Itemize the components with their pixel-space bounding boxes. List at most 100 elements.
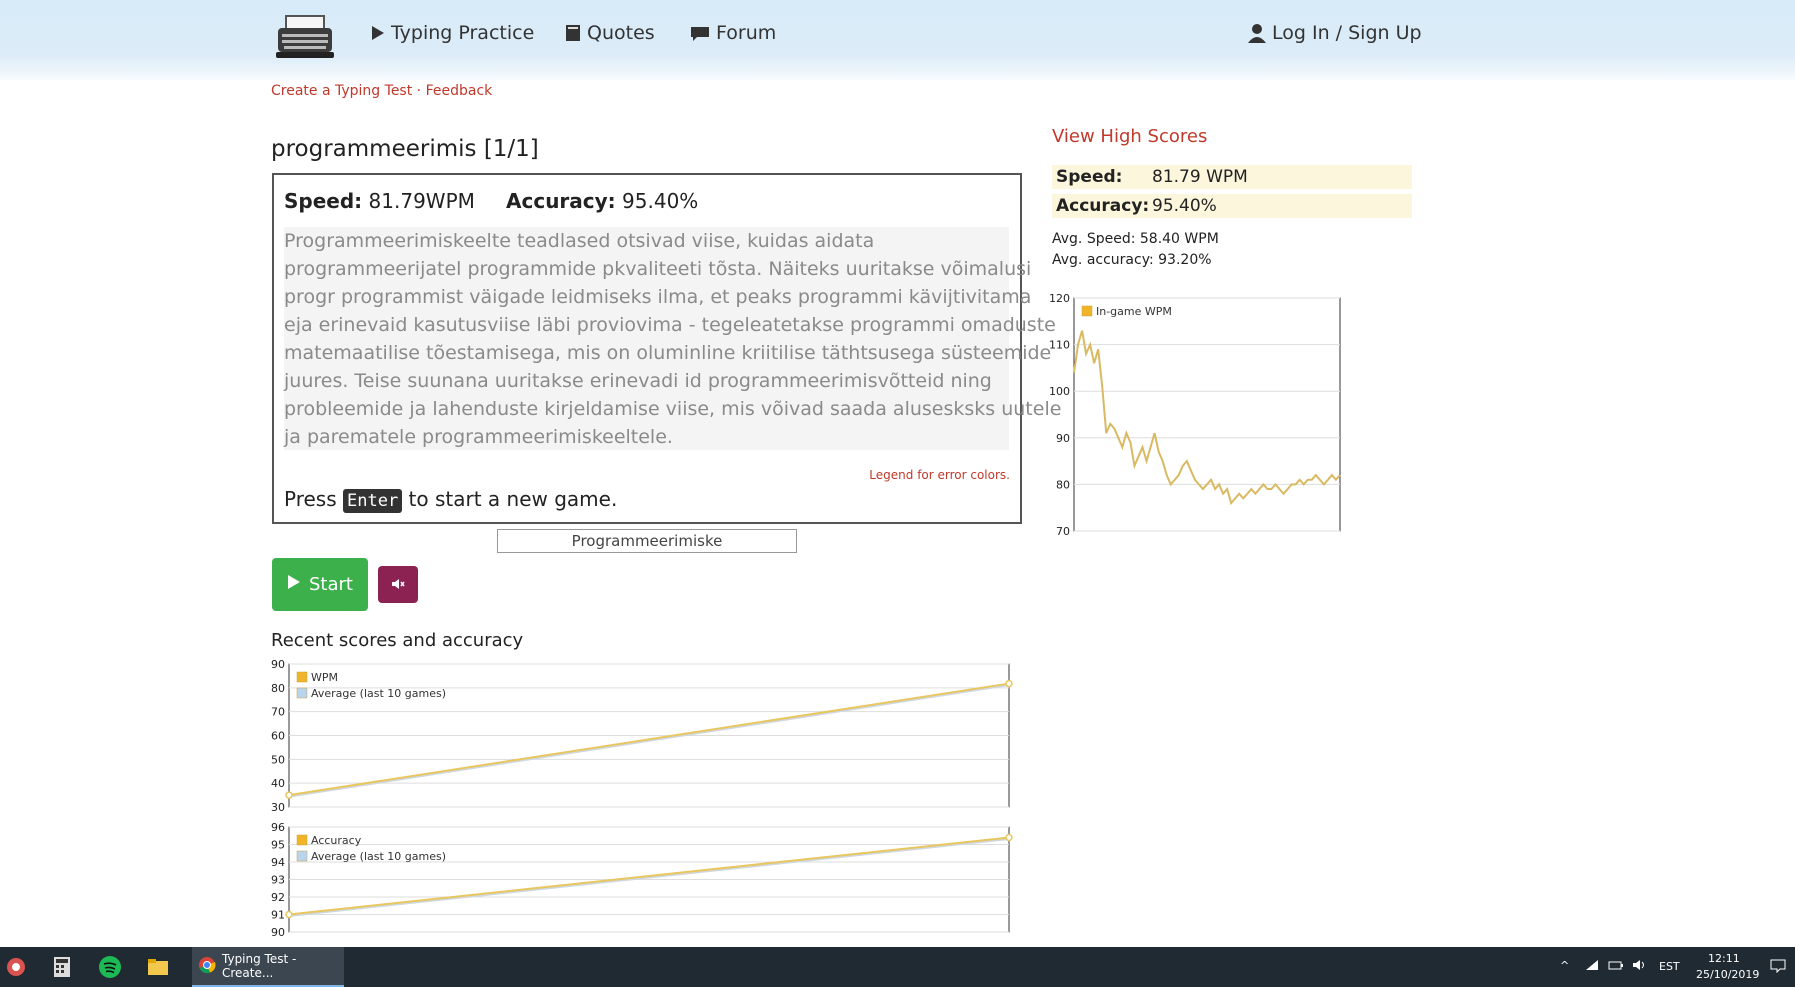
notifications-icon[interactable]: [1770, 959, 1786, 976]
data-point: [285, 791, 293, 799]
y-tick-label: 40: [271, 777, 285, 790]
legend-swatch: [296, 834, 308, 846]
feedback-link[interactable]: Feedback: [426, 83, 493, 99]
legend-swatch: [296, 850, 308, 862]
recent-wpm-chart: 90 80 70 60 50 40 30 WPM Average (last 10 games): [271, 658, 1013, 814]
file-explorer-icon[interactable]: [146, 955, 170, 979]
passage-line: progr programmist väigade leidmiseks ilm…: [284, 286, 1032, 308]
speed-label: Speed:: [284, 189, 363, 213]
volume-icon[interactable]: [1632, 959, 1648, 974]
y-tick-label: 90: [1056, 432, 1070, 445]
y-tick-label: 100: [1049, 385, 1070, 398]
data-point: [285, 910, 293, 919]
y-tick-label: 60: [271, 730, 285, 743]
typed-passage: Programmeerimiskeelte teadlased otsivad …: [284, 227, 1062, 450]
spotify-icon[interactable]: [98, 955, 122, 979]
clock-time[interactable]: 12:11: [1708, 952, 1740, 965]
ingame-wpm-chart: 120 110 100 90 80 70 In-game WPM: [1049, 292, 1341, 538]
passage-line: ja parematele programmeerimiskeeltele.: [284, 426, 673, 448]
y-tick-label: 80: [271, 682, 285, 695]
accuracy-label: Accuracy:: [506, 189, 616, 213]
right-speed-row: Speed: 81.79 WPM: [1052, 165, 1412, 189]
y-tick-label: 95: [271, 839, 285, 852]
start-button[interactable]: Start: [272, 558, 368, 611]
right-accuracy-row: Accuracy: 95.40%: [1052, 194, 1412, 218]
enter-key: Enter: [343, 489, 403, 513]
nav-forum[interactable]: Forum: [690, 22, 776, 44]
comment-icon: [690, 25, 710, 41]
taskbar-window-title: Typing Test - Create...: [222, 952, 297, 980]
sub-links: Create a Typing Test · Feedback: [271, 83, 492, 99]
y-tick-label: 80: [1056, 478, 1070, 491]
typing-test-box: Speed: 81.79WPM Accuracy: 95.40% Program…: [272, 173, 1062, 524]
wifi-icon[interactable]: [1585, 959, 1599, 974]
legend-label: Average (last 10 games): [311, 850, 446, 863]
nav-forum-label: Forum: [716, 22, 777, 44]
chrome-icon: [198, 956, 216, 977]
view-high-scores-link[interactable]: View High Scores: [1052, 126, 1207, 147]
typing-input[interactable]: Programmeerimiske: [497, 529, 797, 553]
user-icon: [1248, 23, 1266, 43]
sublink-separator: ·: [412, 83, 426, 99]
nav-typing-practice[interactable]: Typing Practice: [371, 22, 534, 44]
book-icon: [565, 24, 581, 42]
passage-line: programmeerijatel programmide pkvaliteet…: [284, 258, 1032, 280]
data-point: [1005, 679, 1013, 688]
windows-taskbar: Typing Test - Create... ^ EST 12:11 25/1…: [0, 947, 1795, 987]
battery-icon[interactable]: [1608, 959, 1624, 974]
accuracy-stat: Accuracy: 95.40%: [506, 189, 698, 213]
passage-line: eja erinevaid kasutusviise läbi proviovi…: [284, 314, 1056, 336]
data-point: [1005, 833, 1013, 842]
plot-frame: [1073, 297, 1341, 532]
y-tick-label: 93: [271, 874, 285, 887]
play-icon: [371, 25, 385, 41]
nav-quotes-label: Quotes: [587, 22, 655, 44]
y-tick-label: 96: [271, 822, 285, 834]
passage-line: probleemide ja lahenduste kirjeldamise v…: [284, 398, 1062, 420]
avg-speed: Avg. Speed: 58.40 WPM: [1052, 231, 1219, 247]
legend-label: WPM: [311, 671, 338, 684]
legend-label: Accuracy: [311, 834, 362, 847]
new-game-hint: Press Enter to start a new game.: [284, 487, 617, 513]
y-tick-label: 110: [1049, 339, 1070, 352]
taskbar-chrome-window[interactable]: Typing Test - Create...: [192, 947, 344, 987]
y-tick-label: 90: [271, 658, 285, 671]
start-label: Start: [309, 574, 353, 595]
typewriter-logo-icon[interactable]: [274, 14, 336, 60]
error-legend-link[interactable]: Legend for error colors.: [869, 468, 1010, 482]
y-tick-label: 120: [1049, 292, 1070, 305]
speed-stat: Speed: 81.79WPM: [284, 189, 475, 213]
y-tick-label: 94: [271, 856, 285, 869]
recent-scores-title: Recent scores and accuracy: [271, 630, 524, 651]
mute-button[interactable]: [378, 566, 418, 603]
nav-quotes[interactable]: Quotes: [565, 22, 655, 44]
passage-line: matemaatilise tõestamisega, mis on olumi…: [284, 342, 1052, 364]
legend-swatch: [1081, 305, 1093, 317]
passage-line: juures. Teise suunana uuritakse erinevad…: [284, 370, 992, 392]
avg-accuracy: Avg. accuracy: 93.20%: [1052, 252, 1212, 268]
right-speed-value: 81.79 WPM: [1152, 167, 1248, 187]
input-language[interactable]: EST: [1659, 960, 1680, 973]
login-label: Log In / Sign Up: [1272, 22, 1422, 44]
right-speed-label: Speed:: [1056, 167, 1123, 187]
legend-label: Average (last 10 games): [311, 687, 446, 700]
y-tick-label: 91: [271, 909, 285, 922]
recent-accuracy-chart: 96 95 94 93 92 91 90 Accuracy Average (last 10 g…: [271, 822, 1013, 939]
calculator-icon[interactable]: [50, 955, 74, 979]
volume-mute-icon: [391, 575, 405, 594]
clock-date[interactable]: 25/10/2019: [1696, 968, 1759, 981]
y-tick-label: 50: [271, 753, 285, 766]
y-tick-label: 70: [1056, 525, 1070, 538]
accuracy-value: 95.40%: [622, 189, 699, 213]
app-launcher-icon[interactable]: [4, 955, 28, 979]
tray-chevron-icon[interactable]: ^: [1560, 959, 1569, 972]
login-signup-link[interactable]: Log In / Sign Up: [1248, 22, 1422, 44]
legend-swatch: [296, 687, 308, 699]
create-typing-test-link[interactable]: Create a Typing Test: [271, 83, 412, 99]
passage-line: Programmeerimiskeelte teadlased otsivad …: [284, 230, 875, 252]
y-tick-label: 90: [271, 926, 285, 939]
right-accuracy-value: 95.40%: [1152, 196, 1217, 216]
press-text: Press: [284, 487, 337, 511]
right-accuracy-label: Accuracy:: [1056, 196, 1150, 216]
press-after-text: to start a new game.: [408, 487, 618, 511]
